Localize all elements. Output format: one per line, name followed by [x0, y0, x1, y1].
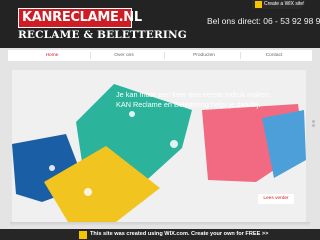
- logo-text: KANRECLAME.NL: [22, 10, 142, 25]
- create-wix-site-badge[interactable]: Create a WIX site!: [252, 0, 305, 9]
- wix-banner-label: This site was created using WIX.com. Cre…: [90, 231, 269, 237]
- wix-icon: [255, 1, 262, 8]
- nav-divider: [240, 52, 241, 59]
- hero-line-2: KAN Reclame en Belettering helpt je daar…: [116, 100, 261, 109]
- logo[interactable]: KANRECLAME.NL: [18, 8, 142, 28]
- nav-divider: [164, 52, 165, 59]
- site-header: KANRECLAME.NL RECLAME & BELETTERING Bel …: [0, 0, 320, 48]
- hero-line-1: Je kan maar een keer een eerste indruk m…: [116, 90, 271, 99]
- nav-item-over-ons[interactable]: Over ons: [94, 50, 154, 61]
- main-nav: Home Over ons Producten Contact: [8, 50, 312, 61]
- nav-item-producten[interactable]: Producten: [174, 50, 234, 61]
- nav-item-home[interactable]: Home: [22, 50, 82, 61]
- nav-item-contact[interactable]: Contact: [244, 50, 304, 61]
- wix-footer-banner[interactable]: This site was created using WIX.com. Cre…: [0, 229, 320, 240]
- hero-slideshow: Je kan maar een keer een eerste indruk m…: [12, 70, 306, 222]
- phone-number: Bel ons direct: 06 - 53 92 98 90: [207, 16, 320, 26]
- hero-headline: Je kan maar een keer een eerste indruk m…: [116, 90, 306, 110]
- slide-indicator[interactable]: [312, 120, 317, 130]
- slide-dot[interactable]: [312, 120, 315, 123]
- nav-divider: [90, 52, 91, 59]
- logo-tagline: RECLAME & BELETTERING: [18, 29, 187, 41]
- lees-verder-button[interactable]: Lees verder: [258, 194, 294, 204]
- wix-badge-label: Create a WIX site!: [264, 1, 305, 7]
- slide-dot[interactable]: [312, 124, 315, 127]
- wix-icon: [79, 231, 87, 239]
- content-shadow: [10, 222, 310, 226]
